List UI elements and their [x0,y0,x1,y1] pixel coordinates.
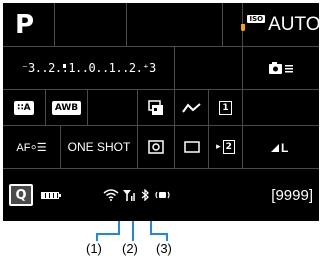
smartphone-connection-icon [155,191,170,199]
shooting-mode-value: P [15,9,35,40]
tone-curve-cell[interactable] [175,90,209,126]
drive-mode-cell[interactable]: 1 [209,90,243,126]
empty-cell-1 [55,3,127,47]
lens-correction-cell[interactable] [138,90,175,126]
tone-curve-icon [181,102,201,113]
signal-strength-icon [123,190,135,201]
white-balance-cell[interactable]: AWB [46,90,88,126]
callout-line-1v [96,233,98,241]
self-timer-value: 2 [222,140,235,154]
empty-cell-6 [243,90,319,126]
empty-cell-2 [127,3,223,47]
camera-menu-icon [269,62,293,74]
battery-icon [41,191,61,199]
metering-icon [148,140,164,154]
picture-style-icon: ∷A [14,100,34,115]
exposure-scale: ⁻3..2..1..0..1..2.⁺3 [21,61,156,75]
white-balance-icon: AWB [51,100,82,115]
af-method-label: AF⸰☰ [16,141,47,154]
row-status: Q [9999] [3,169,319,221]
af-method-cell[interactable]: AF⸰☰ [3,126,61,169]
row-shooting-mode-iso: P ISO AUTO [3,3,319,47]
empty-cell-3 [223,3,243,47]
callout-label-2: (2) [122,241,138,256]
camera-settings-cell[interactable] [243,47,319,90]
callout-line-1h [96,233,120,235]
metering-cell[interactable] [138,126,175,169]
drive-mode-icon: 1 [219,100,232,115]
iso-cell[interactable]: ISO AUTO [241,3,319,47]
shooting-mode-cell[interactable]: P [3,3,55,47]
callout-line-2 [132,221,134,241]
wifi-icon [103,189,119,201]
self-timer-cell[interactable]: ▸ 2 [209,126,243,169]
frame-icon [183,141,200,153]
iso-badge: ISO [247,14,266,23]
image-quality-icon: L [271,141,288,153]
callout-label-1: (1) [86,241,102,256]
bluetooth-icon [141,189,149,201]
empty-cell-5 [88,90,138,126]
af-operation-value: ONE SHOT [67,140,131,154]
empty-cell-4 [175,47,243,90]
callout-line-3v [166,233,168,241]
self-timer-icon: ▸ [216,142,221,152]
aspect-cell[interactable] [175,126,209,169]
lens-correction-icon [148,99,163,115]
iso-value: AUTO [268,13,319,35]
row-image-settings: ∷A AWB 1 [3,90,319,126]
svg-text:L: L [281,141,288,153]
picture-style-cell[interactable]: ∷A [3,90,46,126]
quick-control-button[interactable]: Q [9,184,33,206]
row-exposure: ⁻3..2..1..0..1..2.⁺3 [3,47,319,90]
exposure-indicator [63,64,66,68]
image-quality-cell[interactable]: L [243,126,319,169]
shots-remaining: [9999] [271,186,313,204]
exposure-compensation-cell[interactable]: ⁻3..2..1..0..1..2.⁺3 [3,47,175,90]
callout-label-3: (3) [156,241,172,256]
af-operation-cell[interactable]: ONE SHOT [61,126,138,169]
camera-quick-control-screen: P ISO AUTO ⁻3..2..1..0..1..2.⁺3 ∷A AWB 1… [3,3,319,221]
row-af-settings: AF⸰☰ ONE SHOT ▸ 2 L [3,126,319,169]
iso-arc-icon [241,24,246,31]
callouts: (1) (2) (3) [0,221,322,261]
quick-control-label: Q [15,187,27,203]
